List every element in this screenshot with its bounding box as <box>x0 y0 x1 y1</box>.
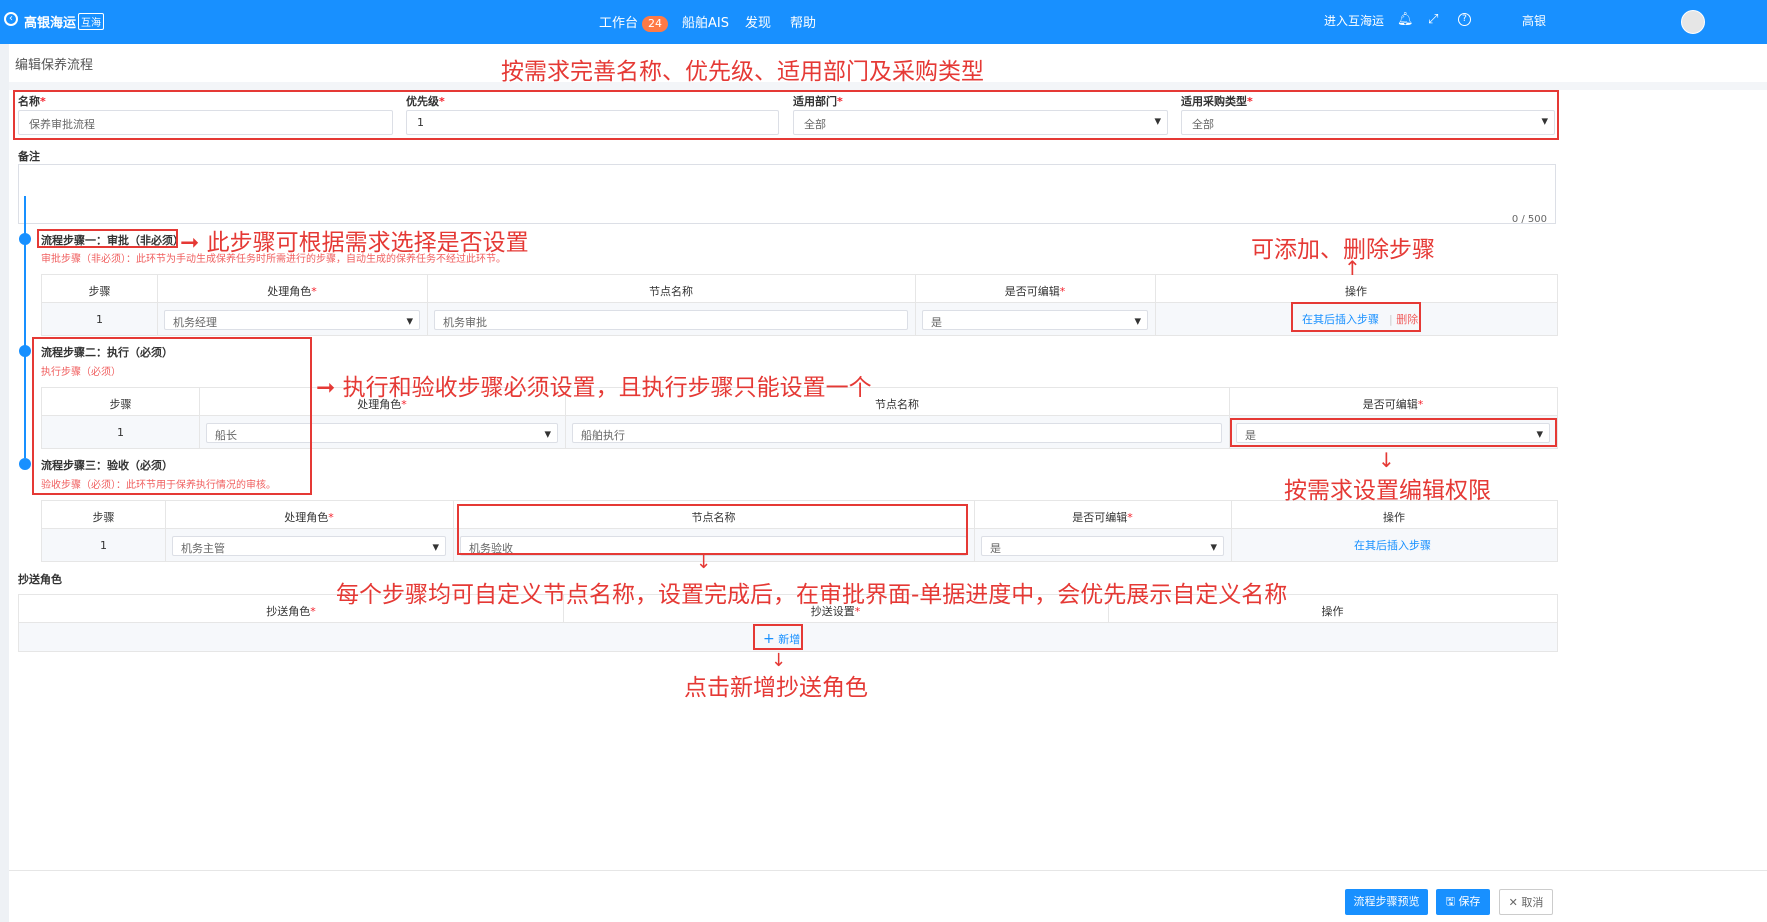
nav-workbench[interactable]: 工作台 24 <box>599 12 669 32</box>
editable-select[interactable]: 是 <box>922 310 1148 330</box>
annotation-required: ➞ 执行和验收步骤必须设置，且执行步骤只能设置一个 <box>316 375 872 401</box>
step-dot <box>19 458 31 470</box>
annotation-step1: ➞ 此步骤可根据需求选择是否设置 <box>180 230 529 256</box>
nav-ship-ais[interactable]: 船舶AIS <box>682 12 729 31</box>
header-action: 操作 <box>1383 511 1405 524</box>
user-name[interactable]: 高银 <box>1522 12 1546 29</box>
header-role: 处理角色* <box>267 285 317 298</box>
remark-label: 备注 <box>18 150 40 163</box>
bell-icon[interactable]: 🔔︎ <box>1397 12 1414 27</box>
annotation-form: 按需求完善名称、优先级、适用部门及采购类型 <box>501 59 984 85</box>
arrow-down-icon: ↓ <box>696 552 712 573</box>
annotation-add-delete: 可添加、删除步骤 <box>1251 237 1435 263</box>
annotation-box-required-steps <box>32 337 312 495</box>
arrow-down-icon: ↓ <box>1378 448 1395 472</box>
enter-huhai-link[interactable]: 进入互海运 <box>1324 12 1384 29</box>
header-action: 操作 <box>1345 285 1367 298</box>
annotation-box-actions <box>1291 302 1421 332</box>
close-icon: ✕ <box>1508 896 1518 909</box>
annotation-box-form <box>13 90 1559 140</box>
header-node: 节点名称 <box>649 285 693 298</box>
brand-logo[interactable]: 高银海运 <box>24 12 76 31</box>
annotation-editable: 按需求设置编辑权限 <box>1284 478 1491 504</box>
role-select[interactable]: 机务经理 <box>164 310 420 330</box>
header-role: 处理角色* <box>284 511 334 524</box>
annotation-box-step1 <box>37 229 178 248</box>
remark-textarea[interactable]: 0 / 500 <box>18 164 1556 225</box>
preview-button[interactable]: 流程步骤预览 <box>1345 889 1428 915</box>
header-editable: 是否可编辑* <box>1362 398 1424 411</box>
step-number: 1 <box>100 539 107 552</box>
insert-step-link[interactable]: 在其后插入步骤 <box>1354 537 1431 553</box>
header-editable: 是否可编辑* <box>1072 511 1133 524</box>
node-name-input[interactable]: 机务审批 <box>434 310 908 330</box>
fullscreen-icon[interactable]: ⤢ <box>1428 12 1438 27</box>
header-editable: 是否可编辑* <box>1004 285 1066 298</box>
annotation-node-name: 每个步骤均可自定义节点名称，设置完成后，在审批界面-单据进度中，会优先展示自定义… <box>336 582 1288 608</box>
node-name-input[interactable]: 船舶执行 <box>572 423 1222 443</box>
nav-help[interactable]: 帮助 <box>790 12 816 31</box>
role-select[interactable]: 机务主管 <box>172 536 446 556</box>
back-icon[interactable]: ‹ <box>4 12 18 26</box>
editable-select[interactable]: 是 <box>981 536 1224 556</box>
annotation-box-node-name <box>457 504 968 555</box>
footer-bar: 流程步骤预览 🖫︎ 保存 ✕ 取消 <box>9 870 1767 922</box>
step-dot <box>19 233 31 245</box>
cc-label: 抄送角色 <box>18 573 62 586</box>
step-dot <box>19 345 31 357</box>
save-icon: 🖫︎ <box>1445 895 1455 908</box>
header-step: 步骤 <box>92 511 115 524</box>
nav-discover[interactable]: 发现 <box>745 12 771 31</box>
annotation-add-cc: 点击新增抄送角色 <box>684 675 868 701</box>
page-title: 编辑保养流程 <box>15 58 94 73</box>
top-navbar: ‹ 高银海运 互海 工作台 24 船舶AIS 发现 帮助 进入互海运 🔔︎ ⤢ ?… <box>0 0 1767 44</box>
brand-badge: 互海 <box>78 13 104 30</box>
workbench-count-badge: 24 <box>642 16 669 32</box>
annotation-box-add <box>753 624 803 650</box>
step-number: 1 <box>96 313 103 326</box>
remark-counter: 0 / 500 <box>1511 214 1547 225</box>
header-step: 步骤 <box>88 285 111 298</box>
annotation-box-editable <box>1230 418 1557 447</box>
avatar[interactable] <box>1681 10 1705 34</box>
help-icon[interactable]: ? <box>1458 13 1471 26</box>
nav-workbench-label: 工作台 <box>599 16 639 31</box>
save-button[interactable]: 🖫︎ 保存 <box>1436 889 1490 915</box>
arrow-up-icon: ↑ <box>1344 256 1361 280</box>
cancel-button[interactable]: ✕ 取消 <box>1499 889 1553 915</box>
